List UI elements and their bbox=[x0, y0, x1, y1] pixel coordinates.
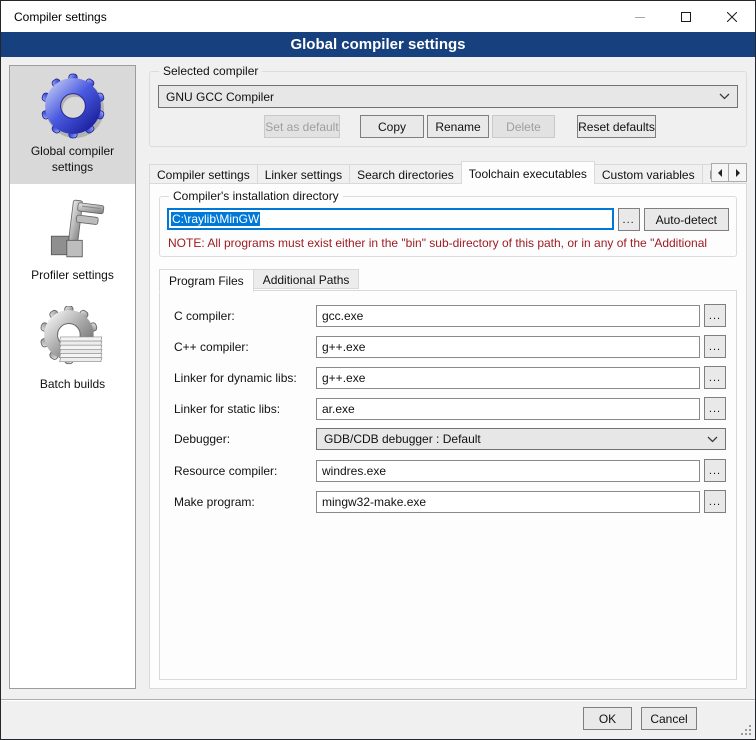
reset-defaults-button[interactable]: Reset defaults bbox=[577, 115, 656, 138]
field-input[interactable] bbox=[316, 491, 700, 513]
browse-button[interactable]: ... bbox=[704, 304, 726, 327]
group-label: Selected compiler bbox=[159, 64, 262, 78]
rename-button[interactable]: Rename bbox=[427, 115, 489, 138]
debugger-value: GDB/CDB debugger : Default bbox=[324, 432, 481, 446]
set-as-default-button[interactable]: Set as default bbox=[264, 115, 340, 138]
browse-button[interactable]: ... bbox=[704, 335, 726, 358]
field-label: Linker for static libs: bbox=[170, 402, 312, 416]
sidebar-item-label: Global compiler settings bbox=[12, 144, 133, 175]
browse-button[interactable]: ... bbox=[704, 459, 726, 482]
tab-linker-settings[interactable]: Linker settings bbox=[258, 164, 350, 184]
footer: OK Cancel bbox=[1, 701, 755, 739]
tab-additional-paths[interactable]: Additional Paths bbox=[254, 269, 360, 289]
tab-toolchain-executables[interactable]: Toolchain executables bbox=[461, 161, 595, 184]
field-label: Linker for dynamic libs: bbox=[170, 371, 312, 385]
field-label: C++ compiler: bbox=[170, 340, 312, 354]
program-subtabs: Program Files Additional Paths bbox=[159, 269, 737, 291]
selected-compiler-group: Selected compiler GNU GCC Compiler Set a… bbox=[149, 71, 747, 147]
bin-subdirectory-note: NOTE: All programs must exist either in … bbox=[168, 236, 729, 250]
sidebar-item-profiler-settings[interactable]: Profiler settings bbox=[10, 190, 135, 293]
program-row: C compiler:... bbox=[170, 304, 726, 326]
sidebar-item-batch-builds[interactable]: Batch builds bbox=[10, 299, 135, 402]
chevron-down-icon bbox=[719, 93, 730, 100]
window-title: Compiler settings bbox=[1, 10, 617, 24]
browse-button[interactable]: ... bbox=[704, 397, 726, 420]
selected-compiler-select[interactable]: GNU GCC Compiler bbox=[158, 85, 738, 108]
debugger-select[interactable]: GDB/CDB debugger : Default bbox=[316, 428, 726, 450]
auto-detect-button[interactable]: Auto-detect bbox=[644, 208, 729, 231]
field-label: Debugger: bbox=[170, 432, 312, 446]
cancel-button[interactable]: Cancel bbox=[641, 707, 697, 730]
browse-directory-button[interactable]: ... bbox=[618, 208, 640, 231]
program-rows: C compiler:...C++ compiler:...Linker for… bbox=[170, 304, 726, 512]
sidebar-item-global-compiler-settings[interactable]: Global compiler settings bbox=[10, 66, 135, 184]
tab-scroll-arrows bbox=[711, 163, 747, 182]
field-input[interactable] bbox=[316, 398, 700, 420]
program-row: C++ compiler:... bbox=[170, 335, 726, 357]
compiler-settings-dialog: Compiler settings Global compiler settin… bbox=[0, 0, 756, 740]
tab-custom-variables[interactable]: Custom variables bbox=[595, 164, 703, 184]
program-row: Debugger: GDB/CDB debugger : Default bbox=[170, 428, 726, 450]
resize-grip-icon[interactable] bbox=[739, 723, 752, 736]
selected-path-text: C:\raylib\MinGW bbox=[171, 212, 260, 226]
program-row: Resource compiler:... bbox=[170, 459, 726, 481]
tab-scroll-left-button[interactable] bbox=[711, 163, 729, 182]
ok-button[interactable]: OK bbox=[583, 707, 632, 730]
copy-button[interactable]: Copy bbox=[360, 115, 424, 138]
sidebar-item-label: Batch builds bbox=[40, 377, 105, 393]
program-row: Linker for static libs:... bbox=[170, 397, 726, 419]
titlebar: Compiler settings bbox=[1, 1, 755, 32]
dialog-body: Global compiler settings bbox=[1, 57, 755, 697]
chevron-down-icon bbox=[707, 436, 718, 443]
program-row: Linker for dynamic libs:... bbox=[170, 366, 726, 388]
toolchain-executables-page: Compiler's installation directory C:\ray… bbox=[149, 183, 747, 689]
installation-directory-group: Compiler's installation directory C:\ray… bbox=[159, 196, 737, 257]
gray-gear-stack-icon bbox=[40, 306, 106, 372]
program-files-page: C compiler:...C++ compiler:...Linker for… bbox=[159, 290, 737, 680]
field-input[interactable] bbox=[316, 336, 700, 358]
field-label: Resource compiler: bbox=[170, 464, 312, 478]
field-input[interactable] bbox=[316, 460, 700, 482]
field-label: C compiler: bbox=[170, 309, 312, 323]
browse-button[interactable]: ... bbox=[704, 490, 726, 513]
blue-gear-icon bbox=[40, 73, 106, 139]
tab-program-files[interactable]: Program Files bbox=[159, 269, 254, 292]
minimize-icon bbox=[635, 12, 645, 22]
browse-button[interactable]: ... bbox=[704, 366, 726, 389]
dialog-heading: Global compiler settings bbox=[1, 32, 755, 57]
main-panel: Selected compiler GNU GCC Compiler Set a… bbox=[149, 65, 747, 697]
sidebar-item-label: Profiler settings bbox=[31, 268, 114, 284]
arrow-left-icon bbox=[717, 169, 723, 177]
group-label: Compiler's installation directory bbox=[169, 189, 343, 203]
main-tabs: Compiler settingsLinker settingsSearch d… bbox=[149, 159, 747, 184]
minimize-button[interactable] bbox=[617, 1, 663, 32]
tab-compiler-settings[interactable]: Compiler settings bbox=[149, 164, 258, 184]
installation-directory-row: C:\raylib\MinGW ... Auto-detect bbox=[167, 208, 729, 231]
installation-directory-input[interactable]: C:\raylib\MinGW bbox=[167, 208, 614, 230]
settings-category-list: Global compiler settings bbox=[9, 65, 136, 689]
tab-search-directories[interactable]: Search directories bbox=[350, 164, 462, 184]
maximize-button[interactable] bbox=[663, 1, 709, 32]
field-input[interactable] bbox=[316, 367, 700, 389]
delete-button[interactable]: Delete bbox=[492, 115, 555, 138]
tab-scroll-right-button[interactable] bbox=[729, 163, 747, 182]
field-input[interactable] bbox=[316, 305, 700, 327]
caliper-icon bbox=[40, 197, 106, 263]
compiler-actions: Set as default Copy Rename Delete Reset … bbox=[158, 115, 738, 138]
settings-tabstrip: Compiler settingsLinker settingsSearch d… bbox=[149, 159, 747, 184]
maximize-icon bbox=[681, 12, 691, 22]
field-label: Make program: bbox=[170, 495, 312, 509]
close-button[interactable] bbox=[709, 1, 755, 32]
program-row: Make program:... bbox=[170, 490, 726, 512]
selected-compiler-value: GNU GCC Compiler bbox=[166, 90, 274, 104]
arrow-right-icon bbox=[735, 169, 741, 177]
close-icon bbox=[727, 12, 737, 22]
